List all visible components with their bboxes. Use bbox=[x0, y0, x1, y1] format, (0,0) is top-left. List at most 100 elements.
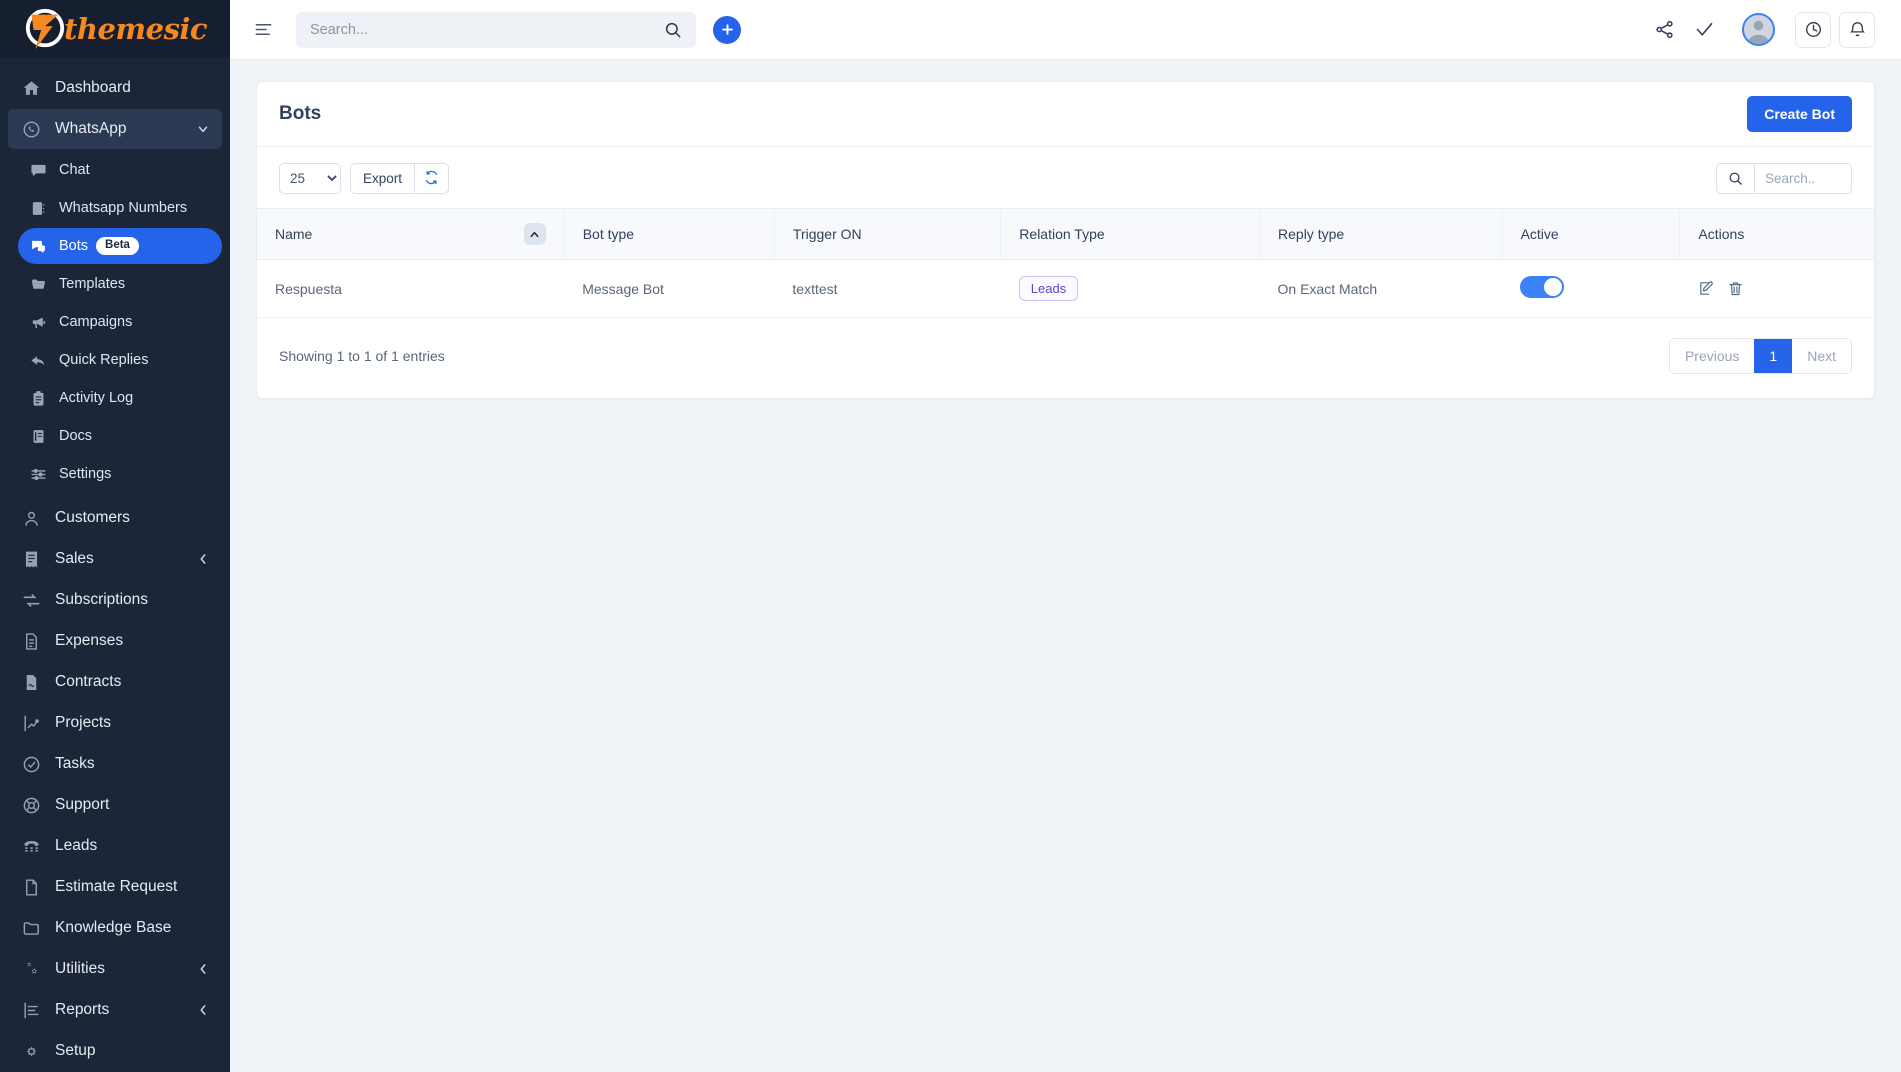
file-icon bbox=[20, 876, 42, 898]
bots-table: Name Bot type Trigger ON Relation Type R… bbox=[257, 208, 1874, 318]
column-header-reply-type[interactable]: Reply type bbox=[1259, 208, 1503, 260]
contract-document-icon bbox=[20, 671, 42, 693]
sidebar-item-estimate-request[interactable]: Estimate Request bbox=[8, 867, 222, 907]
active-toggle[interactable] bbox=[1520, 276, 1565, 298]
search-icon[interactable] bbox=[664, 21, 682, 39]
refresh-button[interactable] bbox=[415, 163, 450, 194]
table-toolbar: 25 Export bbox=[257, 147, 1874, 208]
sidebar-item-whatsapp-numbers[interactable]: Whatsapp Numbers bbox=[18, 190, 222, 226]
delete-icon[interactable] bbox=[1727, 280, 1744, 297]
chevron-down-icon bbox=[196, 122, 210, 136]
lifebuoy-icon bbox=[20, 794, 42, 816]
column-header-active[interactable]: Active bbox=[1502, 208, 1681, 260]
hamburger-icon[interactable] bbox=[248, 15, 278, 45]
column-header-bot-type[interactable]: Bot type bbox=[564, 208, 775, 260]
sidebar-item-support[interactable]: Support bbox=[8, 785, 222, 825]
sidebar-item-dashboard[interactable]: Dashboard bbox=[8, 68, 222, 108]
folder-icon bbox=[28, 274, 48, 294]
sidebar-nav: Dashboard WhatsApp Chat Whatsapp Numbers… bbox=[0, 58, 230, 1072]
export-button-group: Export bbox=[350, 163, 450, 194]
sidebar-item-label: WhatsApp bbox=[55, 120, 127, 137]
pagination-previous[interactable]: Previous bbox=[1669, 339, 1755, 373]
pagination-page-1[interactable]: 1 bbox=[1754, 339, 1793, 373]
document-icon bbox=[20, 630, 42, 652]
sidebar-item-quick-replies[interactable]: Quick Replies bbox=[18, 342, 222, 378]
page-length-select[interactable]: 25 bbox=[279, 163, 341, 194]
sidebar-item-projects[interactable]: Projects bbox=[8, 703, 222, 743]
sidebar-item-sales[interactable]: Sales bbox=[8, 539, 222, 579]
entries-info: Showing 1 to 1 of 1 entries bbox=[279, 348, 445, 364]
sidebar-item-docs[interactable]: Docs bbox=[18, 418, 222, 454]
export-button[interactable]: Export bbox=[350, 163, 416, 194]
column-label: Active bbox=[1520, 226, 1559, 242]
sidebar-item-templates[interactable]: Templates bbox=[18, 266, 222, 302]
clock-icon[interactable] bbox=[1795, 11, 1831, 48]
table-body: Respuesta Message Bot texttest Leads On … bbox=[257, 259, 1874, 318]
phone-pad-icon bbox=[20, 835, 42, 857]
table-search bbox=[1716, 163, 1852, 194]
whatsapp-submenu: Chat Whatsapp Numbers Bots Beta Template… bbox=[0, 150, 230, 498]
sidebar-subitem-label: Chat bbox=[59, 162, 90, 178]
cell-active bbox=[1502, 259, 1680, 318]
main-area: Bots Create Bot 25 Export bbox=[230, 0, 1901, 1072]
chevron-up-icon[interactable] bbox=[523, 223, 546, 245]
sidebar-item-subscriptions[interactable]: Subscriptions bbox=[8, 580, 222, 620]
sidebar-item-label: Reports bbox=[55, 1001, 110, 1018]
sidebar-item-label: Support bbox=[55, 796, 110, 813]
sidebar-item-activity-log[interactable]: Activity Log bbox=[18, 380, 222, 416]
sidebar-item-settings[interactable]: Settings bbox=[18, 456, 222, 492]
avatar[interactable] bbox=[1742, 13, 1775, 46]
column-header-relation-type[interactable]: Relation Type bbox=[1000, 208, 1261, 260]
add-new-button[interactable] bbox=[713, 15, 741, 44]
sidebar-item-label: Knowledge Base bbox=[55, 919, 172, 936]
column-header-trigger-on[interactable]: Trigger ON bbox=[774, 208, 1002, 260]
sidebar-item-utilities[interactable]: Utilities bbox=[8, 949, 222, 989]
brand-logo[interactable]: themesic bbox=[0, 0, 230, 58]
sidebar-subitem-label: Campaigns bbox=[59, 314, 133, 330]
sidebar-subitem-label: Activity Log bbox=[59, 390, 134, 406]
sidebar-item-chat[interactable]: Chat bbox=[18, 152, 222, 188]
sidebar-item-label: Subscriptions bbox=[55, 591, 149, 608]
sidebar-item-bots[interactable]: Bots Beta bbox=[18, 228, 222, 264]
refresh-icon bbox=[424, 170, 439, 188]
check-icon[interactable] bbox=[1684, 10, 1724, 50]
sidebar-item-whatsapp[interactable]: WhatsApp bbox=[8, 109, 222, 149]
sidebar-item-label: Dashboard bbox=[55, 79, 131, 96]
sidebar-item-setup[interactable]: Setup bbox=[8, 1031, 222, 1071]
card-header: Bots Create Bot bbox=[257, 82, 1874, 147]
cell-name: Respuesta bbox=[257, 259, 565, 318]
chat-bubble-icon bbox=[28, 160, 48, 180]
edit-icon[interactable] bbox=[1698, 280, 1715, 297]
home-icon bbox=[20, 77, 42, 99]
bell-icon[interactable] bbox=[1839, 11, 1875, 48]
share-icon[interactable] bbox=[1644, 10, 1684, 50]
sidebar-item-label: Sales bbox=[55, 550, 94, 567]
sidebar-item-label: Expenses bbox=[55, 632, 124, 649]
sidebar-subitem-label: Docs bbox=[59, 428, 93, 444]
sidebar-item-expenses[interactable]: Expenses bbox=[8, 621, 222, 661]
sidebar-item-leads[interactable]: Leads bbox=[8, 826, 222, 866]
sidebar-item-reports[interactable]: Reports bbox=[8, 990, 222, 1030]
user-icon bbox=[20, 507, 42, 529]
brand-name: themesic bbox=[64, 12, 208, 46]
pagination-next[interactable]: Next bbox=[1792, 339, 1851, 373]
sidebar-item-customers[interactable]: Customers bbox=[8, 498, 222, 538]
table-search-input[interactable] bbox=[1755, 164, 1851, 193]
sidebar-item-campaigns[interactable]: Campaigns bbox=[18, 304, 222, 340]
contact-card-icon bbox=[28, 198, 48, 218]
global-search[interactable] bbox=[296, 11, 696, 48]
sidebar-item-label: Projects bbox=[55, 714, 111, 731]
column-header-name[interactable]: Name bbox=[257, 208, 565, 260]
whatsapp-icon bbox=[20, 118, 42, 140]
search-icon[interactable] bbox=[1717, 164, 1755, 193]
table-header-row: Name Bot type Trigger ON Relation Type R… bbox=[257, 208, 1874, 260]
chevron-left-icon bbox=[196, 552, 210, 566]
search-input[interactable] bbox=[310, 21, 664, 38]
create-bot-button[interactable]: Create Bot bbox=[1747, 96, 1852, 132]
sidebar-item-label: Tasks bbox=[55, 755, 95, 772]
gears-icon bbox=[20, 958, 42, 980]
table-footer: Showing 1 to 1 of 1 entries Previous 1 N… bbox=[257, 318, 1874, 398]
sidebar-item-contracts[interactable]: Contracts bbox=[8, 662, 222, 702]
sidebar-item-knowledge-base[interactable]: Knowledge Base bbox=[8, 908, 222, 948]
sidebar-item-tasks[interactable]: Tasks bbox=[8, 744, 222, 784]
